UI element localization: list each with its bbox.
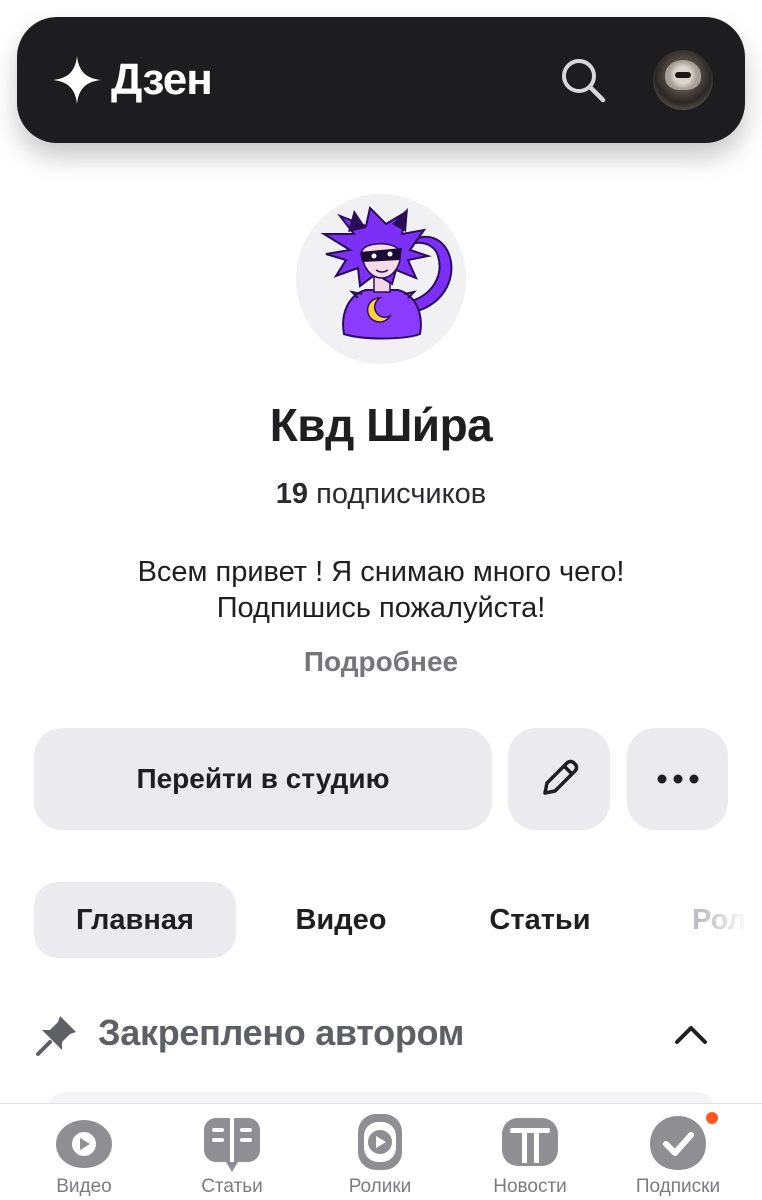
logo-text: Дзен (111, 55, 213, 104)
tabs-fade-overlay (700, 882, 762, 958)
channel-avatar (296, 194, 466, 364)
tab-home[interactable]: Главная (34, 882, 236, 958)
pinned-section-title: Закреплено автором (98, 1012, 465, 1053)
description-line-1: Всем привет ! Я снимаю много чего! (137, 556, 625, 588)
user-avatar[interactable] (653, 50, 713, 110)
tab-articles[interactable]: Статьи (460, 882, 620, 958)
pin-icon (36, 1016, 76, 1056)
nav-subscriptions-label: Подписки (635, 1176, 721, 1197)
sparkle-star-icon (53, 56, 101, 104)
subscribers-label: подписчиков (316, 478, 487, 510)
nav-subscriptions[interactable]: Подписки (608, 1104, 748, 1200)
channel-name: Квд Ши́ра (269, 399, 493, 451)
subscribers-number: 19 (275, 478, 309, 510)
shorts-icon (358, 1114, 402, 1170)
subscribers-count: 19 подписчиков (0, 478, 762, 511)
more-dots-icon (657, 774, 698, 784)
nav-shorts-label: Ролики (348, 1176, 412, 1197)
subscriptions-check-icon (650, 1116, 706, 1170)
purple-cat-character-avatar (296, 194, 466, 364)
dzen-logo[interactable]: Дзен (51, 54, 213, 106)
nav-video-label: Видео (56, 1176, 112, 1197)
notification-badge (704, 1110, 720, 1126)
video-play-icon (56, 1120, 112, 1168)
more-options-button[interactable] (627, 728, 728, 830)
nav-news[interactable]: Новости (460, 1104, 600, 1200)
articles-book-icon (204, 1118, 260, 1172)
nav-shorts[interactable]: Ролики (310, 1104, 450, 1200)
more-link[interactable]: Подробнее (0, 646, 762, 678)
channel-description: Всем привет ! Я снимаю много чего! Подпи… (60, 554, 702, 626)
search-button[interactable] (553, 50, 613, 110)
go-to-studio-button[interactable]: Перейти в студию (34, 728, 492, 830)
nav-articles[interactable]: Статьи (162, 1104, 302, 1200)
nav-articles-label: Статьи (201, 1176, 263, 1197)
nav-video[interactable]: Видео (14, 1104, 154, 1200)
description-line-2: Подпишись пожалуйста! (216, 592, 546, 624)
chevron-up-icon[interactable] (668, 1014, 714, 1054)
tab-video[interactable]: Видео (266, 882, 416, 958)
news-icon (502, 1118, 558, 1166)
edit-button[interactable] (508, 728, 610, 830)
nav-news-label: Новости (493, 1176, 567, 1197)
pencil-icon (543, 759, 579, 795)
search-icon (562, 59, 606, 103)
top-header-bar: Дзен (17, 17, 745, 143)
bottom-navigation: Видео Статьи Ролики Новости Подписки (0, 1103, 762, 1200)
